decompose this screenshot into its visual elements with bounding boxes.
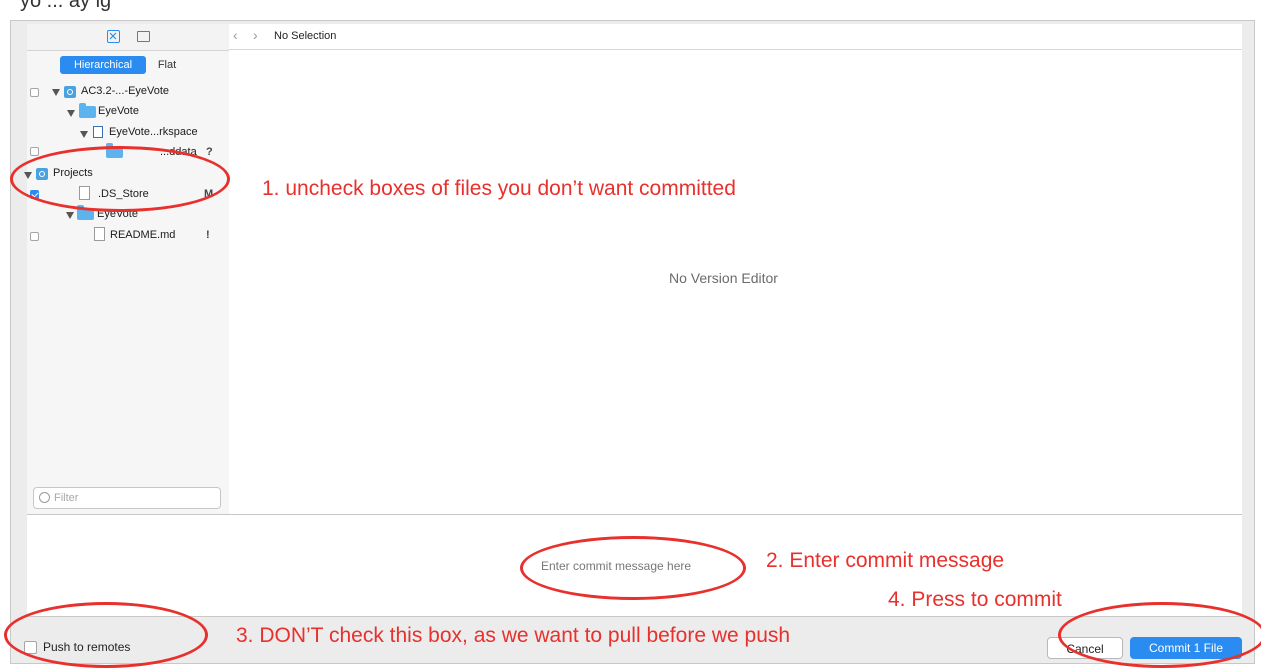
filter-icon [39,492,50,503]
repository-icon [64,86,76,98]
file-checkbox[interactable] [30,147,39,156]
disclosure-triangle-icon[interactable] [52,89,60,96]
selection-label: No Selection [274,30,337,42]
top-fragment-text: yo ... ay ig [20,0,112,12]
file-checkbox[interactable] [30,88,39,97]
tree-item-label[interactable]: AC3.2-...-EyeVote [81,81,169,101]
back-arrow-icon[interactable]: ‹ [233,27,238,43]
file-checkbox[interactable] [30,232,39,241]
status-badge: ! [206,229,210,241]
source-control-icon[interactable] [107,30,120,43]
tree-item-label[interactable]: README.md [110,225,175,245]
flat-toggle-button[interactable]: Flat [150,56,184,74]
filter-field[interactable]: Filter [33,487,221,509]
disclosure-triangle-icon[interactable] [80,131,88,138]
path-bar: ‹ › No Selection [229,24,1242,50]
markdown-file-icon [94,227,105,241]
disclosure-triangle-icon[interactable] [67,110,75,117]
annotation-step1: 1. uncheck boxes of files you don’t want… [262,177,736,200]
workspace-icon [93,126,103,138]
view-mode-toggle: Hierarchical Flat [60,56,184,74]
disclosure-triangle-icon[interactable] [66,212,74,219]
annotation-ellipse-message [520,536,746,600]
annotation-ellipse-push [4,602,208,668]
folder-icon [79,103,96,118]
annotation-ellipse-commit [1058,602,1261,668]
annotation-ellipse-checkboxes [10,146,230,212]
tree-item-label[interactable]: EyeVote...rkspace [109,122,198,142]
filter-placeholder: Filter [54,492,79,504]
tree-item-label[interactable]: EyeVote [98,101,139,121]
empty-editor-label: No Version Editor [669,270,778,286]
cropped-top-text: yo ... ay ig [0,0,1261,20]
forward-arrow-icon[interactable]: › [253,27,258,43]
status-badge: ? [206,146,213,158]
annotation-step3: 3. DON’T check this box, as we want to p… [236,624,791,647]
hierarchical-toggle-button[interactable]: Hierarchical [60,56,146,74]
folder-icon[interactable] [137,31,150,42]
version-editor: No Version Editor [229,50,1242,514]
sidebar-toolbar [27,24,229,51]
annotation-step4: 4. Press to commit [888,588,1062,611]
annotation-step2: 2. Enter commit message [766,549,1005,572]
